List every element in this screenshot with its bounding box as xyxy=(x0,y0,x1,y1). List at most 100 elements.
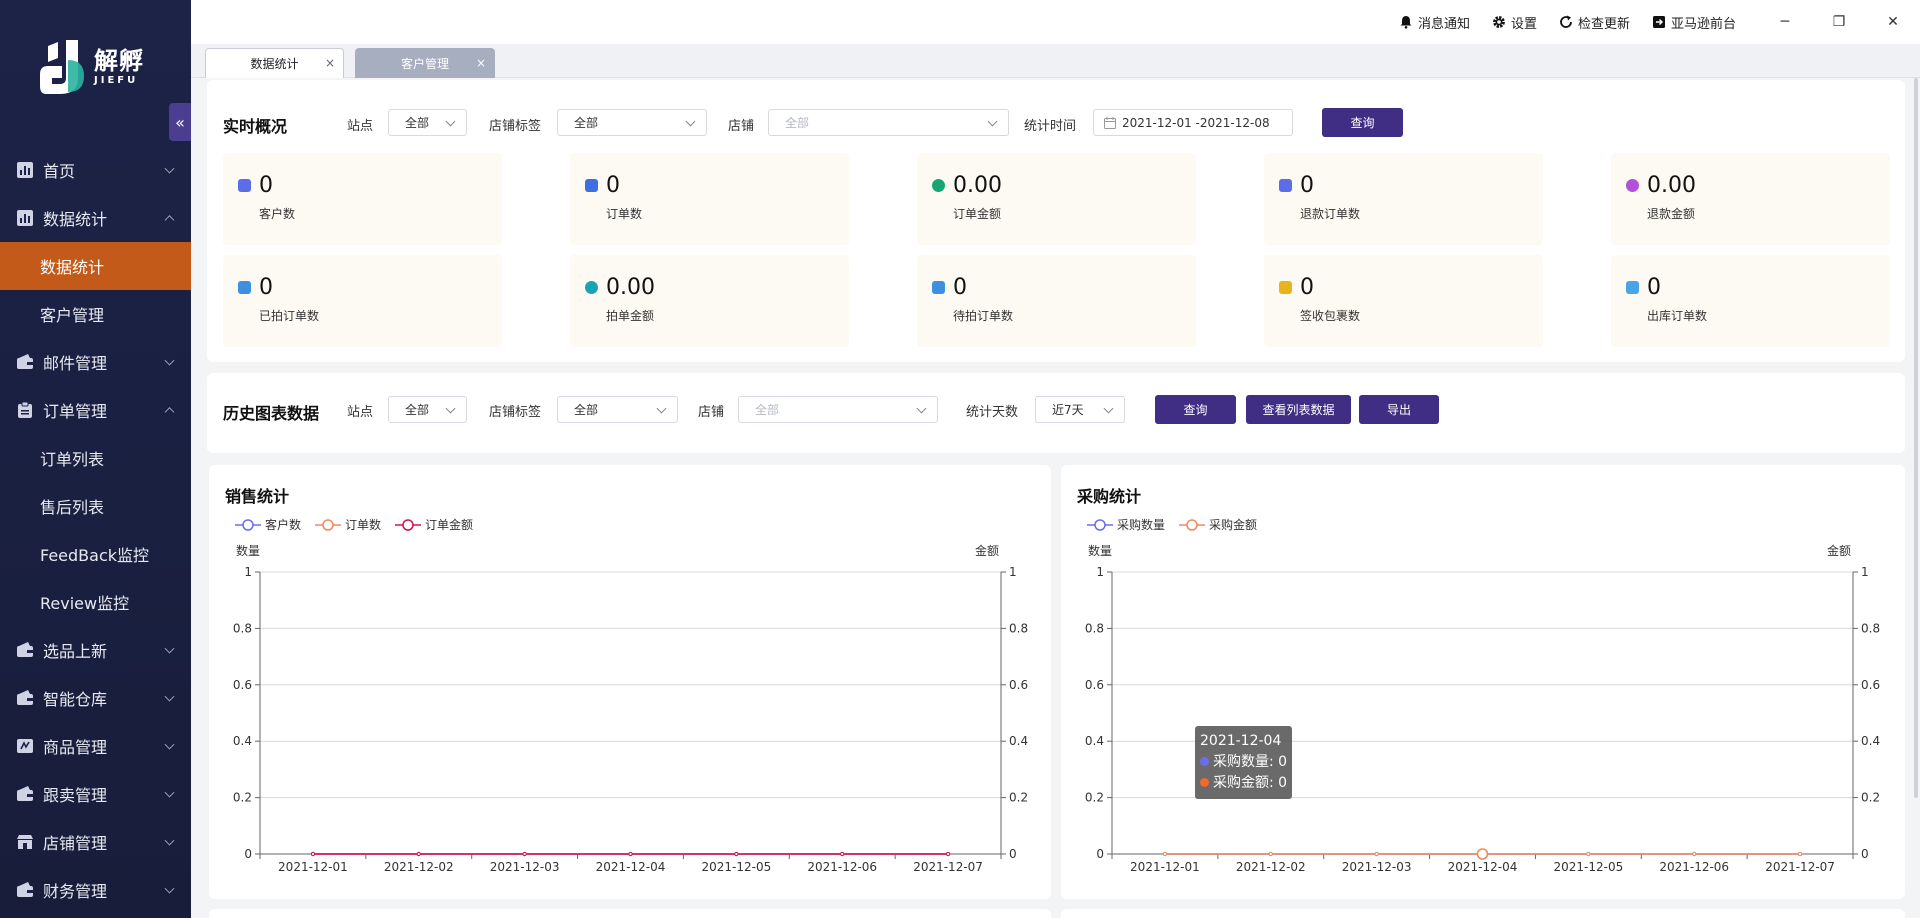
tab-data-statistics[interactable]: 数据统计 × xyxy=(205,48,344,78)
close-window-button[interactable]: ✕ xyxy=(1866,0,1920,44)
y2-tick-label: 0 xyxy=(1009,847,1017,861)
chevron-down-icon xyxy=(987,116,998,127)
sidebar-item-label: 智能仓库 xyxy=(43,690,108,709)
settings-button[interactable]: 设置 xyxy=(1492,13,1537,32)
tab-close-icon[interactable]: × xyxy=(325,56,335,70)
view-list-data-button[interactable]: 查看列表数据 xyxy=(1246,395,1351,424)
data-point[interactable] xyxy=(1268,851,1273,857)
shop-tag-select[interactable]: 全部 xyxy=(557,109,707,136)
stat-icon xyxy=(1626,179,1639,192)
stat-icon xyxy=(1279,179,1292,192)
stat-icon xyxy=(932,281,945,294)
realtime-query-button[interactable]: 查询 xyxy=(1322,108,1403,137)
sidebar-subitem[interactable]: Review监控 xyxy=(0,578,191,626)
sidebar-item[interactable]: 邮件管理 xyxy=(0,338,191,386)
x-tick-label: 2021-12-04 xyxy=(596,860,666,874)
date-range-picker[interactable]: 2021-12-01 -2021-12-08 xyxy=(1093,109,1293,136)
x-tick-label: 2021-12-06 xyxy=(1659,860,1729,874)
sidebar-item[interactable]: 数据统计 xyxy=(0,194,191,242)
data-point[interactable] xyxy=(522,851,527,857)
chevron-up-icon xyxy=(164,215,175,226)
logo-subtitle: JIEFU xyxy=(94,74,139,86)
sidebar-item[interactable]: 订单管理 xyxy=(0,386,191,434)
site-label: 站点 xyxy=(347,119,374,134)
notification-button[interactable]: 消息通知 xyxy=(1399,13,1470,32)
amazon-frontend-button[interactable]: 亚马逊前台 xyxy=(1652,13,1736,32)
scrollbar-thumb[interactable] xyxy=(1914,78,1918,798)
stat-label: 订单金额 xyxy=(953,207,1002,221)
stat-days-label: 统计天数 xyxy=(966,405,1019,420)
data-point[interactable] xyxy=(416,851,421,857)
chevron-down-icon xyxy=(164,163,175,174)
data-point[interactable] xyxy=(1692,851,1697,857)
data-point[interactable] xyxy=(1797,851,1803,857)
lower-panel-left xyxy=(209,909,1051,918)
sidebar-subitem[interactable]: FeedBack监控 xyxy=(0,530,191,578)
data-point[interactable] xyxy=(1162,851,1168,857)
sidebar-subitem[interactable]: 订单列表 xyxy=(0,434,191,482)
history-shop-select[interactable]: 全部 xyxy=(738,396,938,423)
y2-tick-label: 0.4 xyxy=(1009,734,1028,748)
stat-value: 0 xyxy=(259,275,273,300)
hover-point[interactable] xyxy=(1476,848,1489,860)
sidebar-subitem[interactable]: 客户管理 xyxy=(0,290,191,338)
history-site-select[interactable]: 全部 xyxy=(388,396,467,423)
data-point[interactable] xyxy=(310,851,316,857)
sidebar-collapse-button[interactable]: « xyxy=(169,103,191,141)
tab-customer-management[interactable]: 客户管理 × xyxy=(355,48,495,78)
sidebar-item[interactable]: 首页 xyxy=(0,146,191,194)
sidebar-item-label: 数据统计 xyxy=(43,210,108,229)
site-select[interactable]: 全部 xyxy=(388,109,467,136)
sidebar-item[interactable]: 智能仓库 xyxy=(0,674,191,722)
y-tick-label: 1 xyxy=(1096,565,1104,579)
sidebar-subitem[interactable]: 售后列表 xyxy=(0,482,191,530)
x-tick-label: 2021-12-07 xyxy=(913,860,983,874)
sidebar-item[interactable]: 店铺管理 xyxy=(0,818,191,866)
history-shop-tag-select[interactable]: 全部 xyxy=(557,396,678,423)
y-tick-label: 0.6 xyxy=(233,678,252,692)
restore-button[interactable]: ❐ xyxy=(1812,0,1866,44)
stat-value: 0 xyxy=(259,173,273,198)
sidebar-item[interactable]: 选品上新 xyxy=(0,626,191,674)
shop-tag-select-value: 全部 xyxy=(574,116,599,130)
data-point[interactable] xyxy=(1586,851,1591,857)
y-tick-label: 0.4 xyxy=(1085,734,1104,748)
stat-icon xyxy=(585,281,598,294)
stat-icon xyxy=(1626,281,1639,294)
tab-close-icon[interactable]: × xyxy=(476,56,486,70)
data-point[interactable] xyxy=(1374,851,1379,857)
stat-label: 签收包裹数 xyxy=(1300,309,1361,323)
sidebar-item[interactable]: 财务管理 xyxy=(0,866,191,914)
sidebar-item[interactable]: 商品管理 xyxy=(0,722,191,770)
stat-card: 0 退款订单数 xyxy=(1264,153,1543,245)
sidebar-subitem[interactable]: 数据统计 xyxy=(0,242,191,290)
shop-select-placeholder: 全部 xyxy=(755,403,780,417)
y2-tick-label: 0.2 xyxy=(1009,791,1028,805)
minimize-button[interactable]: ─ xyxy=(1758,0,1812,44)
history-query-button[interactable]: 查询 xyxy=(1155,395,1236,424)
stat-days-select[interactable]: 近7天 xyxy=(1035,396,1125,423)
data-point[interactable] xyxy=(734,851,739,857)
tooltip-dot xyxy=(1200,757,1209,766)
stat-value: 0.00 xyxy=(606,275,655,300)
y-axis-title: 数量 xyxy=(236,543,260,558)
data-point[interactable] xyxy=(840,851,845,857)
sidebar-item[interactable]: 跟卖管理 xyxy=(0,770,191,818)
data-point[interactable] xyxy=(628,851,633,857)
x-tick-label: 2021-12-01 xyxy=(278,860,348,874)
stat-card: 0.00 拍单金额 xyxy=(570,255,849,347)
stat-card: 0.00 订单金额 xyxy=(917,153,1196,245)
check-update-button[interactable]: 检查更新 xyxy=(1559,13,1630,32)
chevron-down-icon xyxy=(685,116,696,127)
data-point[interactable] xyxy=(945,851,951,857)
export-button[interactable]: 导出 xyxy=(1359,395,1439,424)
y-axis-title: 数量 xyxy=(1088,543,1112,558)
stat-value: 0 xyxy=(1647,275,1661,300)
stat-days-value: 近7天 xyxy=(1052,403,1084,417)
x-tick-label: 2021-12-03 xyxy=(1342,860,1412,874)
y-tick-label: 0.2 xyxy=(1085,791,1104,805)
shop-select[interactable]: 全部 xyxy=(768,109,1009,136)
page-scrollbar[interactable] xyxy=(1910,78,1920,798)
sidebar-item-label: 跟卖管理 xyxy=(43,786,108,805)
y2-tick-label: 0.2 xyxy=(1861,791,1880,805)
